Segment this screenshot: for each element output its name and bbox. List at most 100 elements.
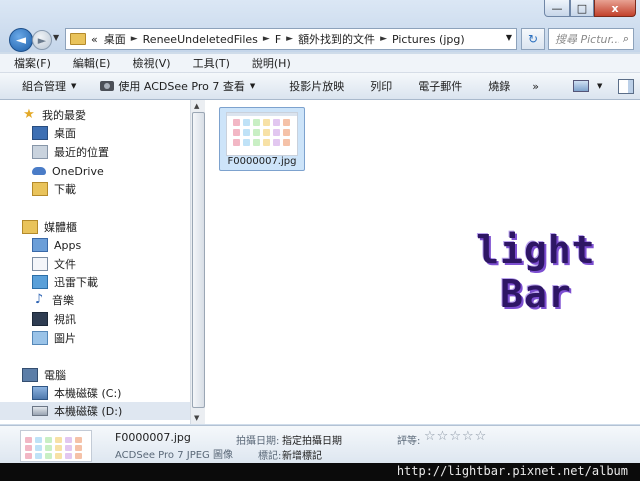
date-taken-value[interactable]: 指定拍攝日期 bbox=[282, 432, 342, 447]
address-dropdown-icon[interactable]: ▼ bbox=[506, 33, 512, 42]
star-icon[interactable]: ☆ bbox=[449, 429, 461, 444]
star-icon[interactable]: ☆ bbox=[437, 429, 449, 444]
breadcrumb-item[interactable]: 桌面 bbox=[104, 31, 126, 47]
print-button[interactable]: 列印 bbox=[370, 73, 392, 99]
details-file-name: F0000007.jpg bbox=[115, 431, 191, 444]
address-bar[interactable]: « 桌面 ► ReneeUndeletedFiles ► F ► 額外找到的文件… bbox=[65, 28, 517, 50]
file-item[interactable]: F0000007.jpg bbox=[219, 107, 305, 171]
scrollbar-thumb[interactable] bbox=[192, 112, 205, 408]
nav-label: 本機磁碟 (D:) bbox=[54, 405, 123, 418]
nav-label: 迅雷下載 bbox=[54, 276, 98, 289]
nav-label: 音樂 bbox=[52, 294, 74, 307]
recent-pages-dropdown-icon[interactable]: ▼ bbox=[53, 33, 59, 42]
cloud-icon bbox=[32, 167, 46, 175]
watermark-url: http://lightbar.pixnet.net/album bbox=[396, 464, 628, 478]
search-icon[interactable]: ⌕ bbox=[619, 32, 633, 46]
nav-downloads[interactable]: 下載 bbox=[32, 180, 190, 198]
drive-icon bbox=[32, 406, 48, 416]
burn-button[interactable]: 燒錄 bbox=[488, 73, 510, 99]
nav-computer[interactable]: 電腦 bbox=[22, 366, 190, 384]
breadcrumb-item[interactable]: 額外找到的文件 bbox=[298, 31, 375, 47]
back-button[interactable]: ◄ bbox=[9, 28, 33, 52]
recent-places-icon bbox=[32, 145, 48, 159]
nav-apps[interactable]: Apps bbox=[32, 236, 190, 254]
scroll-up-icon[interactable]: ▲ bbox=[194, 102, 199, 110]
organize-button[interactable]: 組合管理 ▼ bbox=[22, 73, 76, 99]
chevron-right-icon[interactable]: ► bbox=[131, 34, 138, 44]
nav-label: 最近的位置 bbox=[54, 146, 109, 159]
scroll-down-icon[interactable]: ▼ bbox=[194, 414, 199, 422]
nav-documents[interactable]: 文件 bbox=[32, 255, 190, 273]
close-button[interactable]: x bbox=[594, 0, 636, 17]
nav-label: 圖片 bbox=[54, 332, 76, 345]
preview-pane-icon bbox=[618, 78, 635, 94]
breadcrumb-item[interactable]: Pictures (jpg) bbox=[392, 33, 465, 46]
menu-edit[interactable]: 編輯(E) bbox=[59, 55, 119, 71]
minimize-button[interactable]: — bbox=[544, 0, 570, 17]
date-taken-label: 拍攝日期: bbox=[236, 436, 280, 447]
watermark-url-banner: http://lightbar.pixnet.net/album bbox=[0, 463, 640, 481]
nav-music[interactable]: ♪ 音樂 bbox=[32, 291, 190, 309]
nav-pictures[interactable]: 圖片 bbox=[32, 329, 190, 347]
breadcrumb: « 桌面 ► ReneeUndeletedFiles ► F ► 額外找到的文件… bbox=[91, 31, 465, 47]
open-with-button[interactable]: 使用 ACDSee Pro 7 查看 ▼ bbox=[100, 73, 255, 99]
forward-button[interactable]: ► bbox=[32, 30, 52, 50]
nav-label: 媒體櫃 bbox=[44, 221, 77, 234]
nav-label: 視訊 bbox=[54, 313, 76, 326]
caption-buttons: — □ x bbox=[544, 0, 636, 17]
nav-thunder-downloads[interactable]: 迅雷下載 bbox=[32, 273, 190, 291]
nav-drive-d[interactable]: 本機磁碟 (D:) bbox=[0, 402, 190, 420]
organize-label: 組合管理 bbox=[22, 80, 66, 93]
downloads-folder-icon bbox=[32, 182, 48, 196]
breadcrumb-item[interactable]: ReneeUndeletedFiles bbox=[143, 33, 258, 46]
tags-label: 標記: bbox=[258, 451, 282, 462]
watermark-logo: light Bar bbox=[471, 228, 601, 316]
chevron-down-icon: ▼ bbox=[71, 82, 77, 90]
view-icon bbox=[572, 80, 589, 92]
desktop-icon bbox=[32, 126, 48, 140]
chevron-right-icon[interactable]: ► bbox=[263, 34, 270, 44]
nav-onedrive[interactable]: OneDrive bbox=[32, 162, 190, 180]
slideshow-button[interactable]: 投影片放映 bbox=[289, 73, 344, 99]
preview-pane-button[interactable] bbox=[618, 73, 635, 99]
email-button[interactable]: 電子郵件 bbox=[418, 73, 462, 99]
more-commands-button[interactable]: » bbox=[532, 73, 539, 99]
file-thumbnail bbox=[226, 112, 298, 156]
search-input[interactable]: 搜尋 Pictur... ⌕ bbox=[548, 28, 634, 50]
menu-file[interactable]: 檔案(F) bbox=[0, 55, 59, 71]
music-icon: ♪ bbox=[34, 292, 44, 307]
chevron-right-icon[interactable]: ► bbox=[286, 34, 293, 44]
star-icon[interactable]: ☆ bbox=[424, 429, 436, 444]
nav-libraries[interactable]: 媒體櫃 bbox=[22, 218, 190, 236]
breadcrumb-overflow[interactable]: « bbox=[91, 33, 98, 46]
tags-value[interactable]: 新增標記 bbox=[282, 447, 322, 462]
breadcrumb-item[interactable]: F bbox=[275, 33, 281, 46]
change-view-button[interactable]: ▼ bbox=[572, 73, 602, 99]
thunder-download-icon bbox=[32, 275, 48, 289]
nav-drive-c[interactable]: 本機磁碟 (C:) bbox=[32, 384, 190, 402]
rating-stars[interactable]: ☆ ☆ ☆ ☆ ☆ bbox=[424, 429, 486, 444]
star-icon[interactable]: ☆ bbox=[475, 429, 487, 444]
nav-videos[interactable]: 視訊 bbox=[32, 310, 190, 328]
maximize-button[interactable]: □ bbox=[570, 0, 594, 17]
camera-icon bbox=[100, 81, 115, 91]
details-file-type: ACDSee Pro 7 JPEG 圖像 bbox=[115, 450, 233, 461]
refresh-button[interactable]: ↻ bbox=[521, 28, 545, 50]
nav-recent-places[interactable]: 最近的位置 bbox=[32, 143, 190, 161]
watermark-line: light bbox=[476, 228, 596, 272]
menu-view[interactable]: 檢視(V) bbox=[118, 55, 178, 71]
navigation-scrollbar[interactable]: ▲ ▼ bbox=[190, 100, 205, 424]
nav-desktop[interactable]: 桌面 bbox=[32, 124, 190, 142]
file-list[interactable]: F0000007.jpg light Bar bbox=[205, 100, 640, 424]
nav-label: 文件 bbox=[54, 258, 76, 271]
details-thumbnail bbox=[20, 430, 92, 462]
chevron-right-icon[interactable]: ► bbox=[380, 34, 387, 44]
file-name: F0000007.jpg bbox=[227, 156, 297, 167]
nav-label: 電腦 bbox=[44, 369, 66, 382]
system-drive-icon bbox=[32, 386, 48, 400]
menu-tools[interactable]: 工具(T) bbox=[179, 55, 238, 71]
library-icon bbox=[22, 220, 38, 234]
nav-favorites[interactable]: ★ 我的最愛 bbox=[22, 106, 190, 124]
menu-help[interactable]: 說明(H) bbox=[238, 55, 299, 71]
star-icon[interactable]: ☆ bbox=[462, 429, 474, 444]
